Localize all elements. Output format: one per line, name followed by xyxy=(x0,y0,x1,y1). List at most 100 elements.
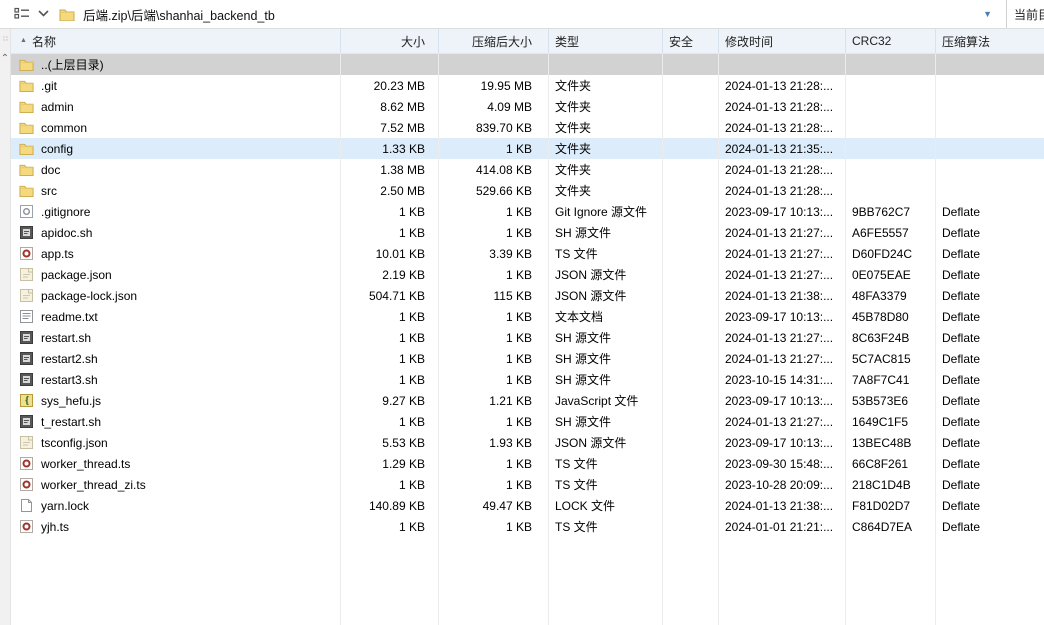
table-row[interactable]: package-lock.json504.71 KB115 KBJSON 源文件… xyxy=(11,285,1044,306)
table-row[interactable]: admin8.62 MB4.09 MB文件夹2024-01-13 21:28:.… xyxy=(11,96,1044,117)
ts-icon xyxy=(19,457,34,471)
path-dropdown-arrow-icon[interactable]: ▼ xyxy=(983,9,992,19)
column-header-name[interactable]: ▲名称 xyxy=(11,29,341,53)
cell-security xyxy=(663,285,719,306)
table-row[interactable]: tsconfig.json5.53 KB1.93 KBJSON 源文件2023-… xyxy=(11,432,1044,453)
cell-name: apidoc.sh xyxy=(11,222,341,243)
cell-method: Deflate xyxy=(936,264,1044,285)
table-row[interactable]: restart2.sh1 KB1 KBSH 源文件2024-01-13 21:2… xyxy=(11,348,1044,369)
table-row[interactable]: app.ts10.01 KB3.39 KBTS 文件2024-01-13 21:… xyxy=(11,243,1044,264)
current-dir-button[interactable]: 当前目 xyxy=(1006,0,1044,28)
cell-packed: 19.95 MB xyxy=(439,75,549,96)
cell-mtime: 2024-01-13 21:27:... xyxy=(719,348,846,369)
table-row[interactable]: restart.sh1 KB1 KBSH 源文件2024-01-13 21:27… xyxy=(11,327,1044,348)
cell-mtime: 2023-09-17 10:13:... xyxy=(719,432,846,453)
cell-type: TS 文件 xyxy=(549,516,663,537)
table-row[interactable]: package.json2.19 KB1 KBJSON 源文件2024-01-1… xyxy=(11,264,1044,285)
cell-crc xyxy=(846,180,936,201)
cell-security xyxy=(663,306,719,327)
chevron-down-icon[interactable] xyxy=(38,6,49,20)
folder-icon xyxy=(19,58,34,72)
table-row[interactable]: .git20.23 MB19.95 MB文件夹2024-01-13 21:28:… xyxy=(11,75,1044,96)
cell-name: ..(上层目录) xyxy=(11,54,341,75)
cell-type: SH 源文件 xyxy=(549,369,663,390)
address-path[interactable]: 后端.zip\后端\shanhai_backend_tb xyxy=(83,5,275,24)
cell-size: 1 KB xyxy=(341,327,439,348)
ts-icon xyxy=(19,520,34,534)
file-name: config xyxy=(41,142,73,156)
column-header-mtime[interactable]: 修改时间 xyxy=(719,29,846,53)
cell-crc: 53B573E6 xyxy=(846,390,936,411)
cell-name: app.ts xyxy=(11,243,341,264)
cell-security xyxy=(663,96,719,117)
cell-size: 1.38 MB xyxy=(341,159,439,180)
table-row[interactable]: worker_thread.ts1.29 KB1 KBTS 文件2023-09-… xyxy=(11,453,1044,474)
cell-crc xyxy=(846,54,936,75)
table-body: ..(上层目录).git20.23 MB19.95 MB文件夹2024-01-1… xyxy=(11,54,1044,625)
column-label: 修改时间 xyxy=(725,33,773,50)
js-icon xyxy=(19,394,34,408)
cell-name: restart3.sh xyxy=(11,369,341,390)
cell-name: src xyxy=(11,180,341,201)
table-row[interactable]: yjh.ts1 KB1 KBTS 文件2024-01-01 21:21:...C… xyxy=(11,516,1044,537)
column-header-size[interactable]: 大小 xyxy=(341,29,439,53)
cell-packed: 1 KB xyxy=(439,327,549,348)
cell-packed: 1 KB xyxy=(439,138,549,159)
cell-name: worker_thread.ts xyxy=(11,453,341,474)
column-header-type[interactable]: 类型 xyxy=(549,29,663,53)
sh-icon xyxy=(19,331,34,345)
column-header-security[interactable]: 安全 xyxy=(663,29,719,53)
column-label: 压缩算法 xyxy=(942,33,990,50)
cell-name: restart.sh xyxy=(11,327,341,348)
table-row[interactable]: yarn.lock140.89 KB49.47 KBLOCK 文件2024-01… xyxy=(11,495,1044,516)
column-header-method[interactable]: 压缩算法 xyxy=(936,29,1044,53)
view-mode-button[interactable] xyxy=(12,4,32,25)
cell-type: SH 源文件 xyxy=(549,222,663,243)
cell-packed: 839.70 KB xyxy=(439,117,549,138)
cell-packed: 1.93 KB xyxy=(439,432,549,453)
cell-mtime: 2024-01-13 21:28:... xyxy=(719,117,846,138)
cell-type: JSON 源文件 xyxy=(549,285,663,306)
table-row[interactable]: common7.52 MB839.70 KB文件夹2024-01-13 21:2… xyxy=(11,117,1044,138)
json-icon xyxy=(19,436,34,450)
cell-packed: 1 KB xyxy=(439,264,549,285)
cell-name: package.json xyxy=(11,264,341,285)
file-name: tsconfig.json xyxy=(41,436,108,450)
cell-type: JavaScript 文件 xyxy=(549,390,663,411)
cell-security xyxy=(663,390,719,411)
table-row[interactable]: sys_hefu.js9.27 KB1.21 KBJavaScript 文件20… xyxy=(11,390,1044,411)
table-row[interactable]: config1.33 KB1 KB文件夹2024-01-13 21:35:... xyxy=(11,138,1044,159)
cell-crc: 8C63F24B xyxy=(846,327,936,348)
cell-security xyxy=(663,54,719,75)
cell-name: yarn.lock xyxy=(11,495,341,516)
cell-mtime: 2023-10-28 20:09:... xyxy=(719,474,846,495)
table-row[interactable]: src2.50 MB529.66 KB文件夹2024-01-13 21:28:.… xyxy=(11,180,1044,201)
table-row[interactable]: worker_thread_zi.ts1 KB1 KBTS 文件2023-10-… xyxy=(11,474,1044,495)
cell-type: 文件夹 xyxy=(549,96,663,117)
table-row[interactable]: doc1.38 MB414.08 KB文件夹2024-01-13 21:28:.… xyxy=(11,159,1044,180)
cell-security xyxy=(663,453,719,474)
table-row[interactable]: apidoc.sh1 KB1 KBSH 源文件2024-01-13 21:27:… xyxy=(11,222,1044,243)
cell-size: 5.53 KB xyxy=(341,432,439,453)
table-row[interactable]: readme.txt1 KB1 KB文本文档2023-09-17 10:13:.… xyxy=(11,306,1044,327)
details-view-icon xyxy=(14,6,30,23)
column-header-crc[interactable]: CRC32 xyxy=(846,29,936,53)
table-row[interactable]: restart3.sh1 KB1 KBSH 源文件2023-10-15 14:3… xyxy=(11,369,1044,390)
table-row[interactable]: t_restart.sh1 KB1 KBSH 源文件2024-01-13 21:… xyxy=(11,411,1044,432)
cell-mtime: 2023-09-17 10:13:... xyxy=(719,306,846,327)
cell-method: Deflate xyxy=(936,369,1044,390)
empty-area xyxy=(11,537,1044,625)
cell-size: 7.52 MB xyxy=(341,117,439,138)
cell-type: TS 文件 xyxy=(549,474,663,495)
column-header-packed[interactable]: 压缩后大小 xyxy=(439,29,549,53)
sh-icon xyxy=(19,226,34,240)
cell-type: 文本文档 xyxy=(549,306,663,327)
cell-security xyxy=(663,75,719,96)
folder-icon xyxy=(19,142,34,156)
scroll-up-icon[interactable]: ⌃ xyxy=(1,53,9,64)
cell-method xyxy=(936,96,1044,117)
cell-mtime: 2024-01-13 21:38:... xyxy=(719,285,846,306)
table-row[interactable]: ..(上层目录) xyxy=(11,54,1044,75)
cell-method: Deflate xyxy=(936,495,1044,516)
table-row[interactable]: .gitignore1 KB1 KBGit Ignore 源文件2023-09-… xyxy=(11,201,1044,222)
